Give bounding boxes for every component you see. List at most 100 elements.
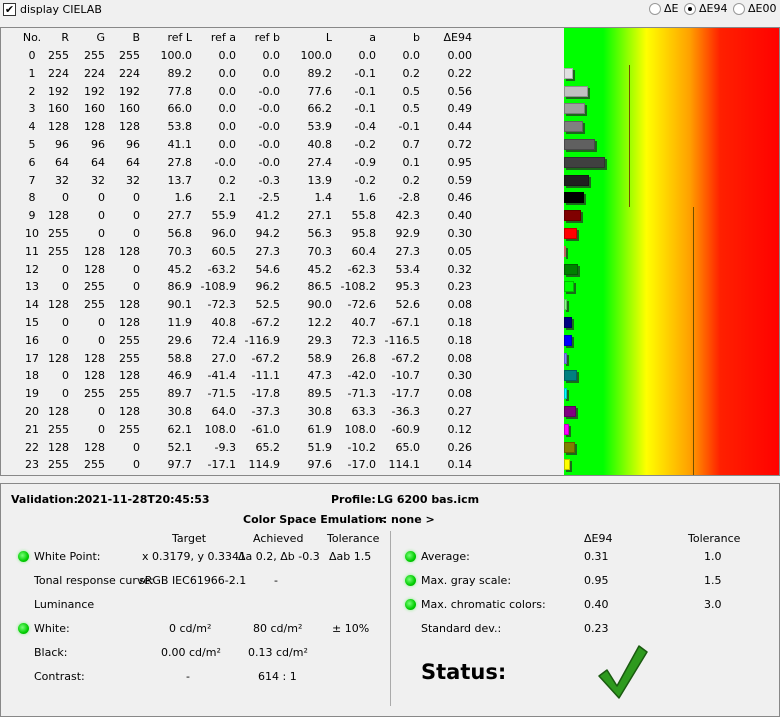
table-row-cell: 0.0 xyxy=(218,66,237,80)
radio-delta-e[interactable] xyxy=(649,3,661,15)
table-row-cell: -0.1 xyxy=(354,102,376,116)
table-row-cell: 65.2 xyxy=(255,440,281,454)
col-target: Target xyxy=(172,532,207,545)
col-tolerance-right: Tolerance xyxy=(688,532,741,545)
table-row-cell: 0.1 xyxy=(402,155,421,169)
radio-delta-e00-label[interactable]: ΔE00 xyxy=(748,2,776,15)
table-row-cell: 0.0 xyxy=(402,49,421,62)
table-row-cell: 128 xyxy=(119,244,140,258)
table-row-cell: -0.3 xyxy=(258,173,280,187)
table-row-cell: 0.30 xyxy=(447,369,473,383)
table-row-cell: -67.2 xyxy=(391,351,420,365)
table-row-cell: -72.3 xyxy=(207,298,236,312)
table-row: 8 0 0 0 1.6 2.1 -2.5 1.4 1.6 -2.8 0.46 xyxy=(1,189,564,207)
radio-delta-e-label[interactable]: ΔE xyxy=(664,2,678,15)
table-row-cell: 56.8 xyxy=(167,227,193,240)
table-row-cell: 12.2 xyxy=(307,316,333,329)
delta-e-bar xyxy=(564,388,568,400)
table-row-cell: 0.2 xyxy=(402,173,421,187)
table-row-cell: 89.2 xyxy=(307,66,333,80)
table-row: 23 255 255 0 97.7 -17.1 114.9 97.6 -17.0 114.1 0.1… xyxy=(1,456,564,474)
table-row-cell: 1.6 xyxy=(174,191,193,205)
table-row-cell: -67.2 xyxy=(251,316,280,329)
average-tolerance: 1.0 xyxy=(704,550,722,563)
table-row-cell: 0.30 xyxy=(447,227,473,240)
white-tolerance: ± 10% xyxy=(332,622,370,635)
delta-e-bar xyxy=(564,174,590,186)
delta-e-bar xyxy=(564,423,570,435)
emulation-value: < none > xyxy=(378,513,435,526)
display-cielab-label[interactable]: display CIELAB xyxy=(20,3,102,16)
table-row-cell: -0.0 xyxy=(214,155,236,169)
radio-delta-e94-label[interactable]: ΔE94 xyxy=(699,2,727,15)
table-row-cell: 0.0 xyxy=(218,49,237,62)
table-row-cell: 114.9 xyxy=(248,458,281,472)
display-cielab-checkbox[interactable]: ✔ xyxy=(3,3,16,16)
table-row-cell: 89.2 xyxy=(167,66,193,80)
delta-e-bar xyxy=(564,245,567,257)
delta-e-bar xyxy=(564,192,584,204)
table-row-cell: 27.7 xyxy=(167,209,193,223)
table-row-cell: -11.1 xyxy=(251,369,280,383)
radio-delta-e94[interactable] xyxy=(684,3,696,15)
table-row-cell: 0.26 xyxy=(447,440,473,454)
table-row-cell: 0.59 xyxy=(447,173,473,187)
table-row-cell: 0.14 xyxy=(447,458,473,472)
max-gray-tolerance: 1.5 xyxy=(704,574,722,587)
delta-e-bar xyxy=(564,299,568,311)
summary-panel: Validation: 2021-11-28T20:45:53 Profile:… xyxy=(0,483,780,717)
table-row-cell: 58.8 xyxy=(167,351,193,365)
table-row-cell: 61.9 xyxy=(307,422,333,436)
table-row-cell: 0.0 xyxy=(262,49,281,62)
table-row-cell: 0.72 xyxy=(447,138,473,151)
table-row-cell: -0.0 xyxy=(258,120,280,134)
col-tolerance: Tolerance xyxy=(327,532,380,545)
radio-delta-e00[interactable] xyxy=(733,3,745,15)
table-row-cell: 95.3 xyxy=(395,280,421,294)
table-header-cell: ΔE94 xyxy=(443,31,472,44)
table-row-cell: 40.7 xyxy=(351,316,377,329)
trc-label: Tonal response curve: xyxy=(34,574,154,587)
table-row: 9 128 0 0 27.7 55.9 41.2 27.1 55.8 42.3 0.40 xyxy=(1,207,564,225)
col-delta-e94: ΔE94 xyxy=(584,532,613,545)
table-row-cell: 52.5 xyxy=(255,298,281,312)
table-row-cell: 41.1 xyxy=(167,138,193,151)
average-label: Average: xyxy=(421,550,470,563)
table-header: No. R G Bref Lref a ref b La b ΔE94 xyxy=(1,29,564,47)
gray-tolerance-marker xyxy=(629,65,630,207)
max-chroma-value: 0.40 xyxy=(584,598,609,611)
contrast-achieved: 614 : 1 xyxy=(258,670,297,683)
table-row-cell: 96.2 xyxy=(255,280,281,294)
black-target: 0.00 cd/m² xyxy=(161,646,221,659)
table-row-cell: 53.9 xyxy=(307,120,333,134)
table-row-cell: 27.8 xyxy=(167,155,193,169)
table-row-cell: 0 xyxy=(133,262,140,276)
table-row-cell: 114.1 xyxy=(388,458,421,472)
luminance-heading: Luminance xyxy=(34,598,95,611)
table-row-cell: 66.0 xyxy=(167,102,193,116)
stddev-value: 0.23 xyxy=(584,622,609,635)
table-row-cell: 128 xyxy=(119,405,140,418)
table-row-cell: -0.4 xyxy=(354,120,376,134)
table-row-cell: -2.5 xyxy=(258,191,280,205)
profile-name: LG 6200 bas.icm xyxy=(377,493,480,506)
table-row-cell: 96 xyxy=(126,138,140,151)
table-row-cell: 53.4 xyxy=(395,262,421,276)
table-row-cell: 0.7 xyxy=(402,138,421,151)
table-row-cell: 255 xyxy=(119,387,140,401)
table-row-cell: 0.00 xyxy=(447,49,473,62)
table-row-cell: 0.5 xyxy=(402,102,421,116)
delta-e-bar xyxy=(564,334,572,346)
profile-label: Profile: xyxy=(331,493,376,506)
max-gray-label: Max. gray scale: xyxy=(421,574,512,587)
max-gray-value: 0.95 xyxy=(584,574,609,587)
table-row-cell: 64 xyxy=(126,155,140,169)
table-row-cell: 51.9 xyxy=(307,440,333,454)
table-row-cell: 108.0 xyxy=(204,422,237,436)
measurement-table: No. R G Bref Lref a ref b La b ΔE94 0 255 255 255 10… xyxy=(0,27,780,476)
table-row-cell: -0.0 xyxy=(258,138,280,151)
table-row-cell: 60.4 xyxy=(351,244,377,258)
table-row-cell: -63.2 xyxy=(207,262,236,276)
table-row-cell: 96.0 xyxy=(211,227,237,240)
table-row: 13 0 255 0 86.9 -108.9 96.2 86.5 -108.2 95.3 0.23 xyxy=(1,278,564,296)
